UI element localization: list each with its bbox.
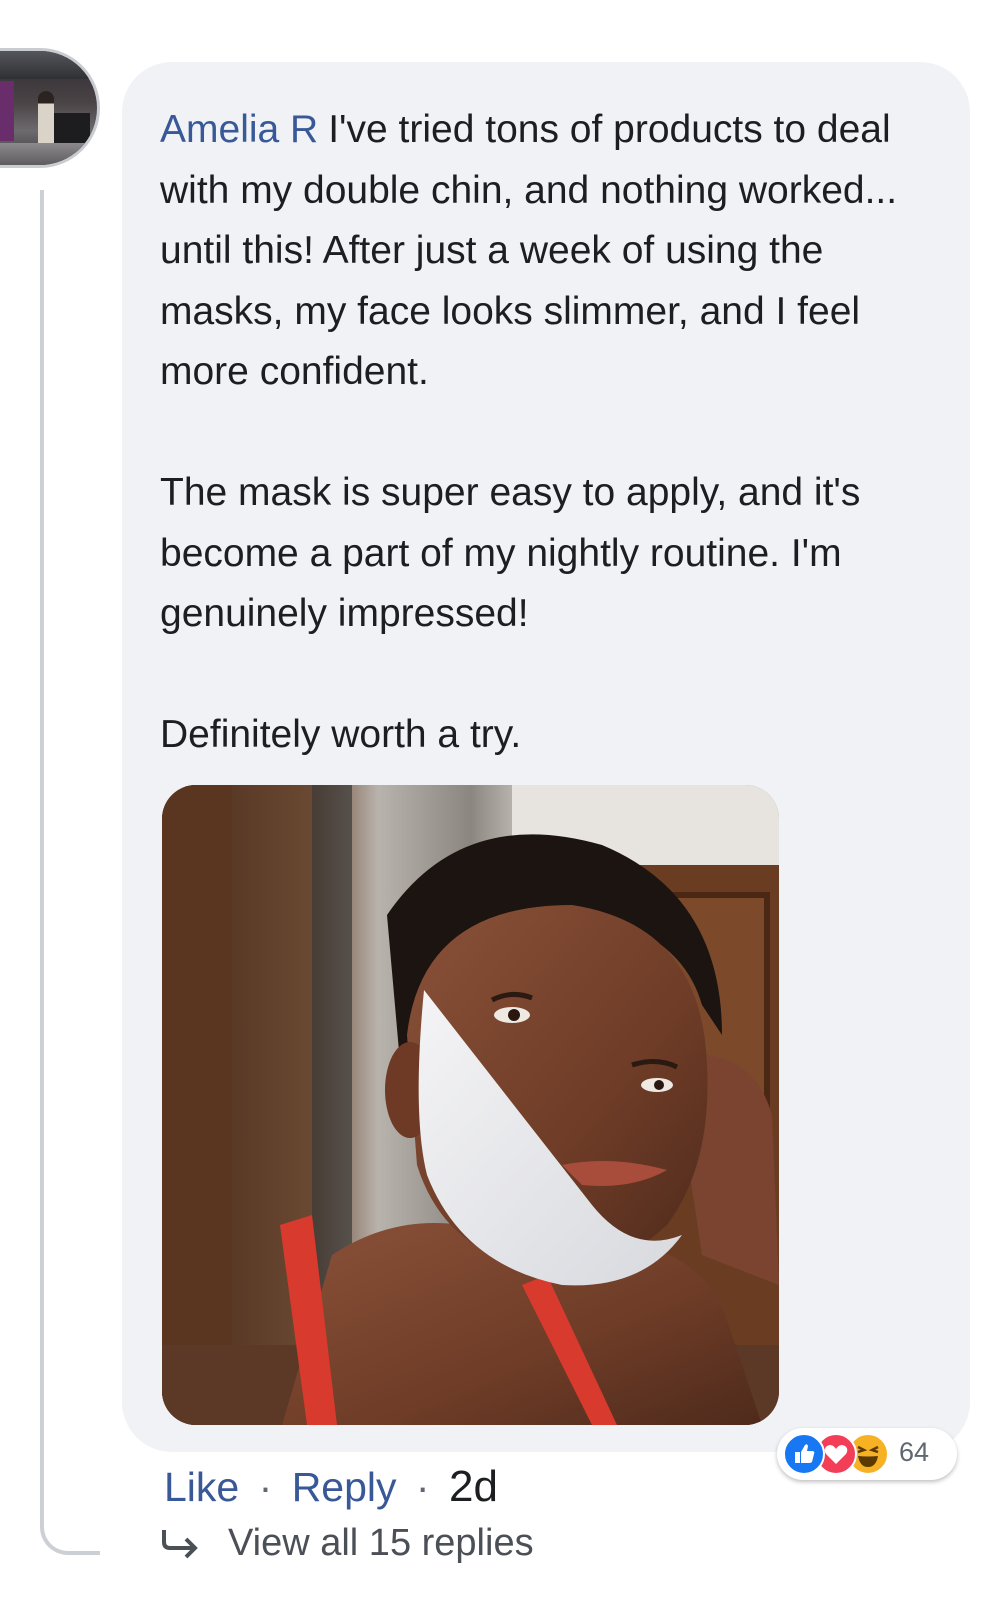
reply-thread-line — [40, 190, 100, 1555]
separator: · — [258, 1464, 273, 1510]
view-replies-label: View all 15 replies — [228, 1522, 534, 1564]
comment-paragraph-2: The mask is super easy to apply, and it'… — [160, 471, 861, 635]
reply-arrow-icon — [162, 1529, 198, 1559]
comment-paragraph-1: Amelia R I've tried tons of products to d… — [160, 100, 940, 403]
reaction-count: 64 — [899, 1437, 930, 1467]
like-button[interactable]: Like — [164, 1464, 239, 1510]
avatar[interactable] — [0, 48, 100, 168]
comment-author[interactable]: Amelia R — [160, 108, 318, 151]
reactions-summary[interactable]: 64 — [777, 1428, 957, 1480]
comment-actions: Like · Reply · 2d — [164, 1462, 498, 1512]
view-replies-link[interactable]: View all 15 replies — [160, 1518, 534, 1568]
comment-paragraph-3: Definitely worth a try. — [160, 713, 522, 756]
reply-button[interactable]: Reply — [292, 1464, 397, 1510]
comment-photo[interactable] — [162, 785, 779, 1425]
separator: · — [415, 1464, 430, 1510]
comment-timestamp[interactable]: 2d — [449, 1462, 498, 1511]
avatar-floor — [0, 143, 97, 165]
avatar-curtain — [0, 81, 14, 141]
like-icon — [783, 1433, 825, 1475]
comment-body: Amelia R I've tried tons of products to d… — [160, 100, 940, 766]
avatar-ceiling — [0, 51, 97, 79]
photo-illustration — [162, 785, 779, 1425]
